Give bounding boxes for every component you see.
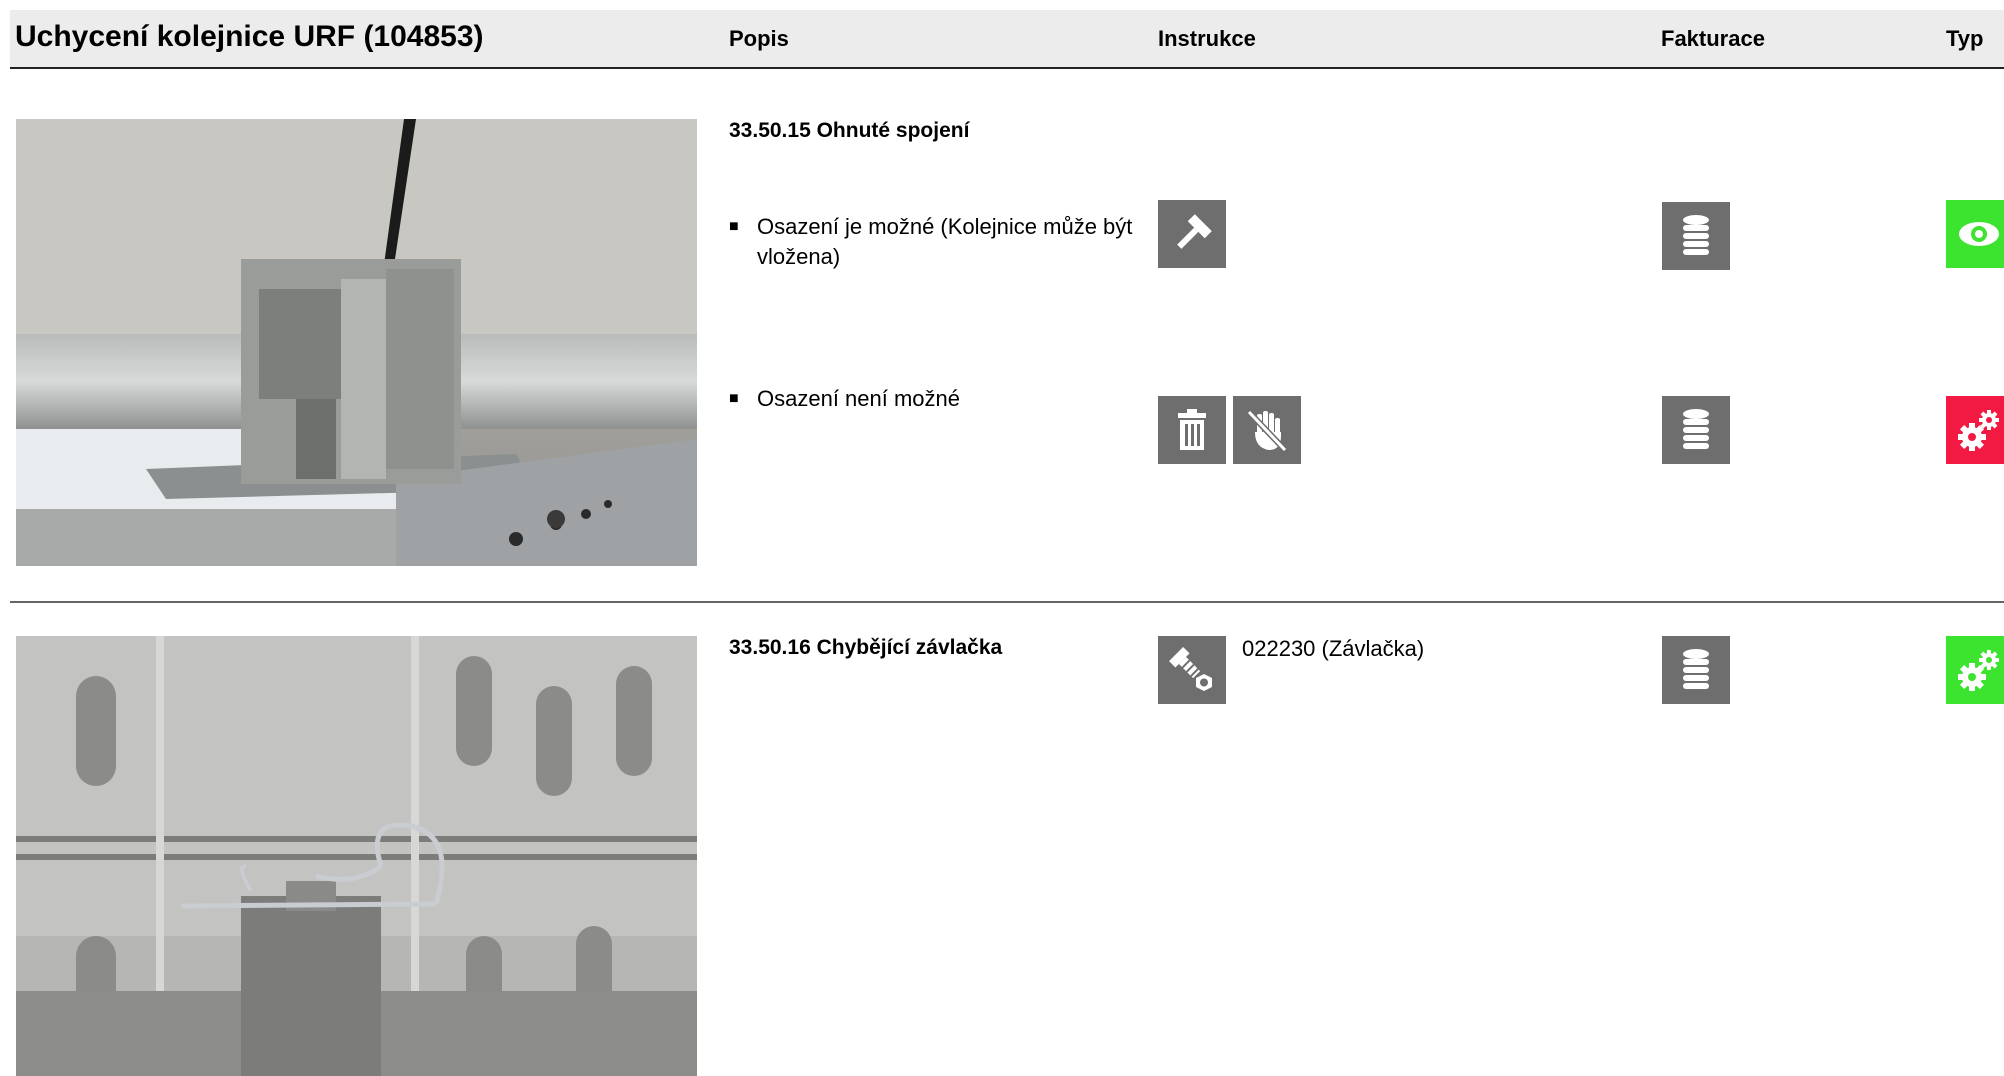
bullet-marker: ■ xyxy=(729,390,739,407)
section-divider xyxy=(10,601,2004,603)
gears-icon xyxy=(1946,636,2004,704)
coins-stack-icon xyxy=(1662,636,1730,704)
section-title: 33.50.16 Chybějící závlačka xyxy=(729,636,1003,659)
section-title: 33.50.15 Ohnuté spojení xyxy=(729,119,970,142)
bullet-marker: ■ xyxy=(729,218,739,235)
list-item: ■ Osazení je možné (Kolejnice může být v… xyxy=(729,212,1159,274)
eye-icon xyxy=(1946,200,2004,268)
bolt-nut-icon xyxy=(1158,636,1226,704)
page-title: Uchycení kolejnice URF (104853) xyxy=(15,20,484,53)
trash-icon xyxy=(1158,396,1226,464)
gears-icon xyxy=(1946,396,2004,464)
part-number-text: 022230 (Závlačka) xyxy=(1242,636,1425,661)
table-header: Uchycení kolejnice URF (104853) Popis In… xyxy=(10,10,2004,69)
rail-bracket-photo xyxy=(16,119,697,566)
hammer-icon xyxy=(1158,200,1226,268)
coins-stack-icon xyxy=(1662,202,1730,270)
column-header-instrukce: Instrukce xyxy=(1158,26,1256,51)
list-item-text: Osazení je možné (Kolejnice může být vlo… xyxy=(757,214,1133,269)
list-item: ■ Osazení není možné xyxy=(729,384,1159,416)
column-header-popis: Popis xyxy=(729,26,789,51)
column-header-typ: Typ xyxy=(1946,26,1984,51)
coins-stack-icon xyxy=(1662,396,1730,464)
no-touch-hand-icon xyxy=(1233,396,1301,464)
cotter-pin-photo xyxy=(16,636,697,1076)
list-item-text: Osazení není možné xyxy=(757,386,961,411)
column-header-fakturace: Fakturace xyxy=(1661,26,1765,51)
